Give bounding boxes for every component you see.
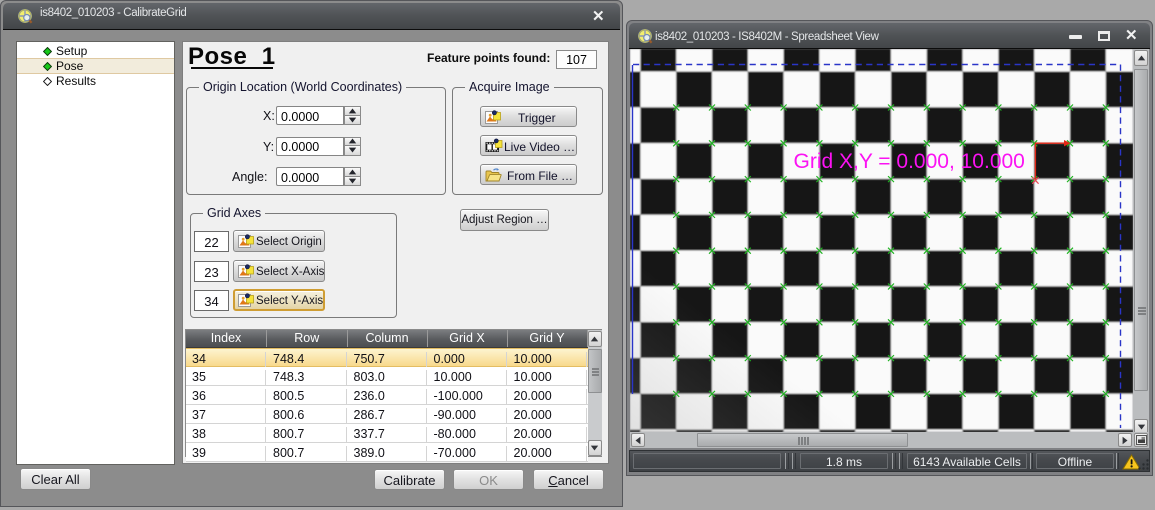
svg-text:Grid X,Y = 0.000, 10.000: Grid X,Y = 0.000, 10.000 bbox=[794, 150, 1025, 173]
